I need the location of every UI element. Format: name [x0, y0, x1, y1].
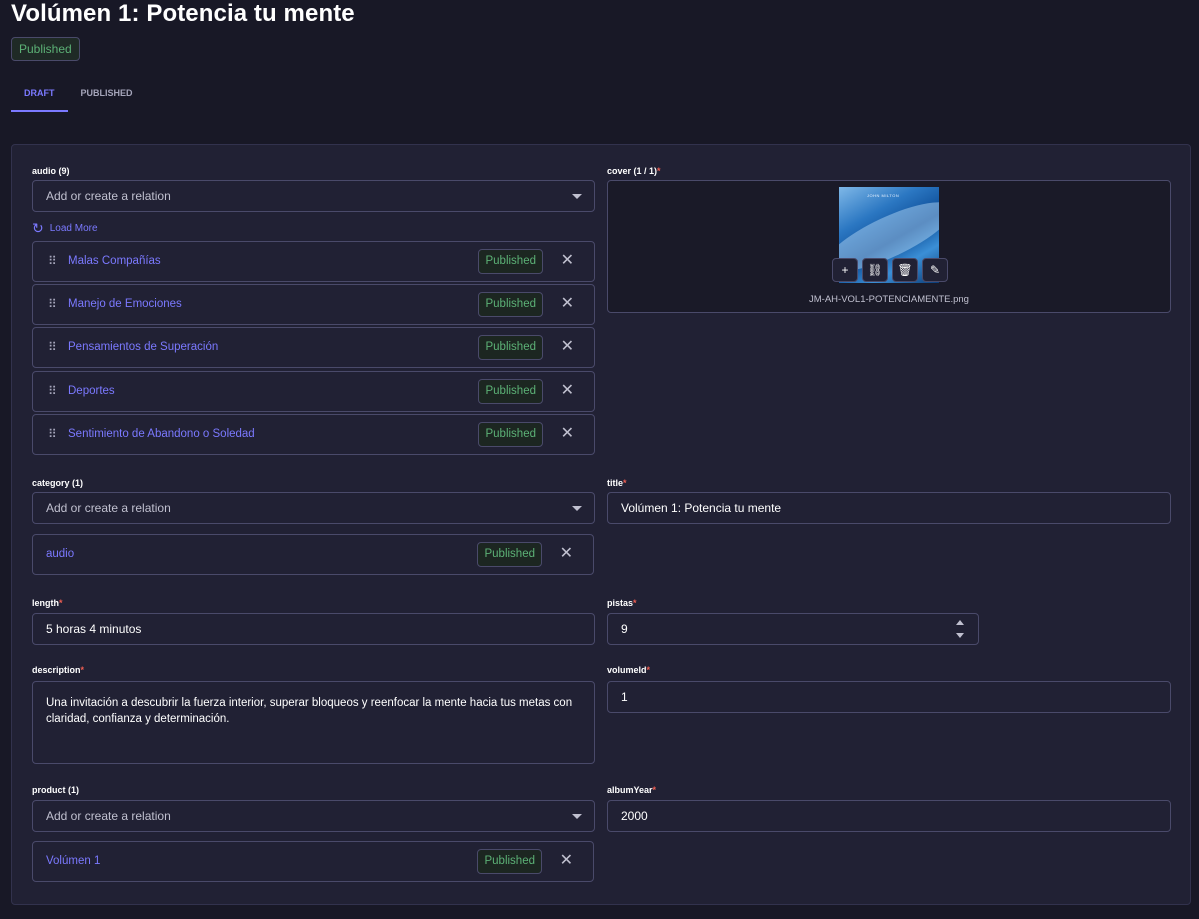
copy-link-button[interactable]: ⛓	[862, 258, 888, 282]
status-badge: Published	[478, 422, 543, 447]
product-label: product (1)	[32, 785, 79, 795]
audio-item[interactable]: ⠿ Deportes Published ✕	[32, 371, 595, 412]
close-icon[interactable]: ✕	[561, 425, 574, 443]
status-badge: Published	[478, 379, 543, 404]
length-label: length*	[32, 598, 63, 608]
audio-item-name[interactable]: Manejo de Emociones	[68, 298, 182, 310]
status-badge: Published	[478, 249, 543, 274]
pistas-number-input[interactable]: 9	[607, 613, 979, 645]
tab-draft[interactable]: DRAFT	[11, 76, 68, 112]
drag-handle-icon[interactable]: ⠿	[48, 385, 57, 397]
status-badge: Published	[11, 37, 80, 61]
edit-asset-button[interactable]: ✎	[922, 258, 948, 282]
audio-item[interactable]: ⠿ Manejo de Emociones Published ✕	[32, 284, 595, 325]
audio-item-name[interactable]: Sentimiento de Abandono o Soledad	[68, 428, 255, 440]
length-label-text: length	[32, 598, 59, 608]
length-input[interactable]: 5 horas 4 minutos	[32, 613, 595, 645]
audio-item[interactable]: ⠿ Malas Compañías Published ✕	[32, 241, 595, 282]
title-input[interactable]: Volúmen 1: Potencia tu mente	[607, 492, 1171, 524]
chevron-down-icon[interactable]	[572, 194, 582, 199]
close-icon[interactable]: ✕	[561, 338, 574, 356]
required-mark: *	[633, 598, 637, 608]
audio-item-name[interactable]: Pensamientos de Superación	[68, 341, 218, 353]
tabs: DRAFT PUBLISHED	[11, 76, 146, 112]
cover-filename: JM-AH-VOL1-POTENCIAMENTE.png	[809, 294, 969, 305]
description-textarea[interactable]: Una invitación a descubrir la fuerza int…	[32, 681, 595, 764]
product-select-placeholder: Add or create a relation	[46, 809, 171, 823]
albumYear-input[interactable]: 2000	[607, 800, 1171, 832]
status-badge: Published	[477, 542, 542, 567]
required-mark: *	[657, 166, 661, 176]
product-item[interactable]: Volúmen 1 Published ✕	[32, 841, 594, 882]
close-icon[interactable]: ✕	[560, 852, 573, 870]
cover-image-text: JOHN MILTON	[867, 193, 900, 198]
audio-item-name[interactable]: Deportes	[68, 385, 115, 397]
add-asset-button[interactable]: +	[832, 258, 858, 282]
category-item-name[interactable]: audio	[46, 548, 74, 560]
albumYear-label-text: albumYear	[607, 785, 653, 795]
volumeId-label-text: volumeId	[607, 665, 647, 675]
load-more-label: Load More	[49, 223, 98, 234]
drag-handle-icon[interactable]: ⠿	[48, 298, 57, 310]
status-badge: Published	[478, 335, 543, 360]
audio-item-name[interactable]: Malas Compañías	[68, 255, 161, 267]
close-icon[interactable]: ✕	[560, 545, 573, 563]
required-mark: *	[652, 785, 657, 795]
delete-asset-button[interactable]: 🗑	[892, 258, 918, 282]
audio-select-placeholder: Add or create a relation	[46, 189, 171, 203]
refresh-icon: ↻	[32, 220, 44, 236]
drag-handle-icon[interactable]: ⠿	[48, 255, 57, 267]
pistas-label-text: pistas	[607, 598, 634, 608]
pistas-label: pistas*	[607, 598, 637, 608]
load-more-button[interactable]: ↻ Load More	[32, 220, 98, 237]
status-badge: Published	[478, 292, 543, 317]
close-icon[interactable]: ✕	[561, 252, 574, 270]
decrement-icon[interactable]	[956, 633, 964, 638]
pistas-value: 9	[621, 622, 628, 636]
cover-media-box[interactable]: JOHN MILTON + ⛓ 🗑 ✎ JM-AH-VOL1-POTENCIAM…	[607, 180, 1171, 313]
chevron-down-icon[interactable]	[572, 814, 582, 819]
product-relation-select[interactable]: Add or create a relation	[32, 800, 595, 832]
number-stepper	[955, 618, 965, 640]
tab-published[interactable]: PUBLISHED	[68, 76, 146, 112]
category-relation-select[interactable]: Add or create a relation	[32, 492, 595, 524]
cover-actions: + ⛓ 🗑 ✎	[832, 258, 948, 282]
audio-item[interactable]: ⠿ Sentimiento de Abandono o Soledad Publ…	[32, 414, 595, 455]
status-badge: Published	[477, 849, 542, 874]
increment-icon[interactable]	[956, 620, 964, 625]
audio-label: audio (9)	[32, 166, 70, 176]
chevron-down-icon[interactable]	[572, 506, 582, 511]
close-icon[interactable]: ✕	[561, 295, 574, 313]
drag-handle-icon[interactable]: ⠿	[48, 428, 57, 440]
close-icon[interactable]: ✕	[561, 382, 574, 400]
drag-handle-icon[interactable]: ⠿	[48, 341, 57, 353]
volumeId-label: volumeId*	[607, 665, 650, 675]
audio-item[interactable]: ⠿ Pensamientos de Superación Published ✕	[32, 327, 595, 368]
title-label: title*	[607, 478, 627, 488]
audio-relation-select[interactable]: Add or create a relation	[32, 180, 595, 212]
required-mark: *	[623, 478, 627, 488]
category-label: category (1)	[32, 478, 84, 488]
description-label-text: description	[32, 665, 81, 675]
volumeId-input[interactable]: 1	[607, 681, 1171, 713]
title-label-text: title	[607, 478, 624, 488]
edit-form-panel: audio (9) Add or create a relation ↻ Loa…	[11, 144, 1191, 905]
albumYear-label: albumYear*	[607, 785, 656, 795]
category-select-placeholder: Add or create a relation	[46, 501, 171, 515]
category-item[interactable]: audio Published ✕	[32, 534, 594, 575]
required-mark: *	[646, 665, 651, 675]
required-mark: *	[59, 598, 63, 608]
cover-label: cover (1 / 1)*	[607, 166, 661, 176]
cover-label-text: cover (1 / 1)	[607, 166, 658, 176]
description-label: description*	[32, 665, 84, 675]
page-title: Volúmen 1: Potencia tu mente	[11, 0, 355, 27]
product-item-name[interactable]: Volúmen 1	[46, 855, 100, 867]
required-mark: *	[80, 665, 85, 675]
